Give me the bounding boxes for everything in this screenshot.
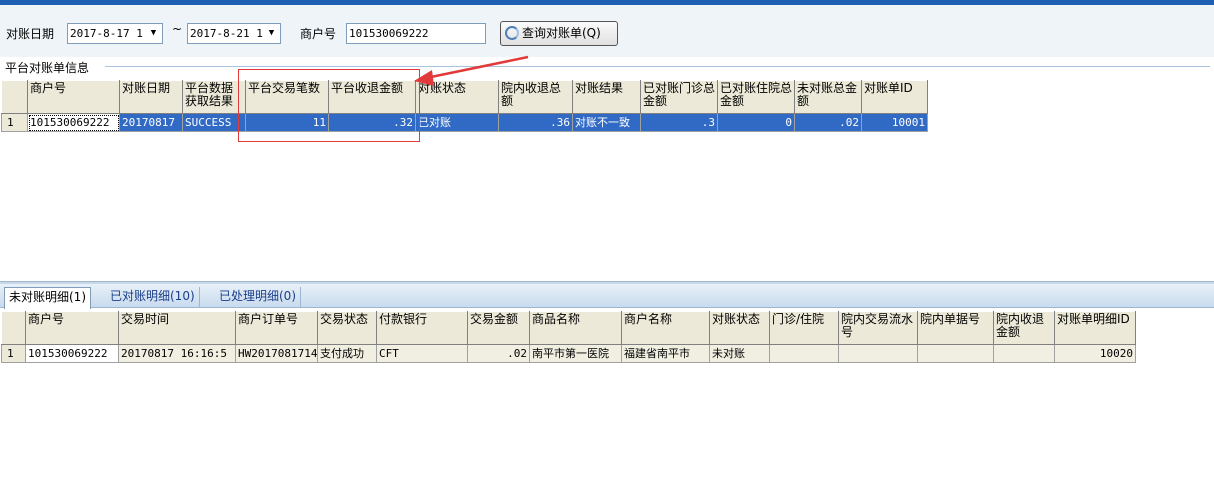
column-header[interactable]: 门诊/住院	[769, 311, 839, 345]
column-header[interactable]: 商户号	[25, 311, 119, 345]
tab-processed[interactable]: 已处理明细(0)	[215, 287, 301, 308]
table-row[interactable]: 1 101530069222 20170817 SUCCESS 11 .32 已…	[1, 113, 928, 132]
refresh-icon	[505, 26, 519, 40]
column-header[interactable]: 对账结果	[572, 80, 641, 114]
id-cell[interactable]: 10001	[861, 113, 928, 132]
product-cell[interactable]: 南平市第一医院	[529, 344, 622, 363]
platform-group-title: 平台对账单信息	[5, 59, 92, 76]
amount-cell[interactable]: .02	[467, 344, 530, 363]
column-header[interactable]: 已对账住院总金额	[717, 80, 795, 114]
outpatient-cell[interactable]: .3	[640, 113, 718, 132]
column-header[interactable]: 商户号	[27, 80, 120, 114]
unreconciled-cell[interactable]: .02	[794, 113, 862, 132]
merchant-label: 商户号	[300, 27, 337, 41]
column-header[interactable]: 对账单ID	[861, 80, 928, 114]
row-number: 1	[1, 113, 28, 132]
column-header[interactable]: 交易时间	[118, 311, 236, 345]
column-header[interactable]: 付款银行	[376, 311, 468, 345]
detail-grid[interactable]: 商户号 交易时间 商户订单号 交易状态 付款银行 交易金额 商品名称 商户名称 …	[1, 311, 1136, 363]
row-number: 1	[1, 344, 26, 363]
column-header[interactable]: 交易状态	[317, 311, 377, 345]
column-header[interactable]: 对账状态	[709, 311, 770, 345]
tab-reconciled[interactable]: 已对账明细(10)	[106, 287, 200, 308]
date-to-picker[interactable]: 2017-8-21 1 ▼	[187, 23, 281, 44]
flow-no-cell[interactable]	[838, 344, 918, 363]
date-range-separator: ~	[172, 22, 183, 36]
hosp-amount-cell[interactable]	[993, 344, 1055, 363]
column-header[interactable]: 院内收退金额	[993, 311, 1055, 345]
column-header[interactable]: 平台数据获取结果	[182, 80, 246, 114]
query-toolbar: 对账日期 2017-8-17 1 ▼ ~ 2017-8-21 1 ▼ 商户号 1…	[0, 5, 1214, 57]
row-number-header	[1, 311, 26, 345]
date-label: 对账日期	[6, 27, 55, 41]
column-header[interactable]: 已对账门诊总金额	[640, 80, 718, 114]
inpatient-cell[interactable]: 0	[717, 113, 795, 132]
query-button-label: 查询对账单(Q)	[522, 26, 601, 40]
platform-header-row: 商户号 对账日期 平台数据获取结果 平台交易笔数 平台收退金额 对账状态 院内收…	[1, 80, 928, 114]
status-cell[interactable]: 已对账	[415, 113, 499, 132]
merchant-input[interactable]: 101530069222	[346, 23, 486, 44]
column-header[interactable]: 未对账总金额	[794, 80, 862, 114]
bank-cell[interactable]: CFT	[376, 344, 468, 363]
bill-no-cell[interactable]	[917, 344, 994, 363]
group-divider	[105, 66, 1210, 67]
date-to-value: 2017-8-21 1	[190, 27, 263, 40]
column-header[interactable]: 商户名称	[621, 311, 710, 345]
column-header[interactable]: 对账日期	[119, 80, 183, 114]
column-header[interactable]: 交易金额	[467, 311, 530, 345]
fetch-result-cell[interactable]: SUCCESS	[182, 113, 246, 132]
dropdown-arrow-icon[interactable]: ▼	[264, 25, 279, 42]
row-number-header	[1, 80, 28, 114]
column-header[interactable]: 院内交易流水号	[838, 311, 918, 345]
tab-unreconciled[interactable]: 未对账明细(1)	[4, 287, 91, 309]
date-from-value: 2017-8-17 1	[70, 27, 143, 40]
column-header[interactable]: 商品名称	[529, 311, 622, 345]
annotation-arrow-icon	[414, 55, 529, 86]
merchant-cell[interactable]: 101530069222	[25, 344, 119, 363]
detail-header-row: 商户号 交易时间 商户订单号 交易状态 付款银行 交易金额 商品名称 商户名称 …	[1, 311, 1136, 345]
date-cell[interactable]: 20170817	[119, 113, 183, 132]
query-statement-button[interactable]: 查询对账单(Q)	[500, 21, 618, 46]
column-header[interactable]: 对账单明细ID	[1054, 311, 1136, 345]
column-header[interactable]: 院内收退总额	[498, 80, 573, 114]
type-cell[interactable]	[769, 344, 839, 363]
column-header[interactable]: 商户订单号	[235, 311, 318, 345]
trade-status-cell[interactable]: 支付成功	[317, 344, 377, 363]
time-cell[interactable]: 20170817 16:16:5	[118, 344, 236, 363]
order-cell[interactable]: HW20170817141	[235, 344, 318, 363]
detail-tabstrip: 未对账明细(1) 已对账明细(10) 已处理明细(0)	[0, 284, 1214, 309]
status-cell[interactable]: 未对账	[709, 344, 770, 363]
column-header[interactable]: 对账状态	[415, 80, 499, 114]
column-header[interactable]: 院内单据号	[917, 311, 994, 345]
merchant-name-cell[interactable]: 福建省南平市	[621, 344, 710, 363]
id-cell[interactable]: 10020	[1054, 344, 1136, 363]
platform-statement-grid[interactable]: 商户号 对账日期 平台数据获取结果 平台交易笔数 平台收退金额 对账状态 院内收…	[1, 80, 928, 132]
result-cell[interactable]: 对账不一致	[572, 113, 641, 132]
table-row[interactable]: 1 101530069222 20170817 16:16:5 HW201708…	[1, 344, 1136, 363]
dropdown-arrow-icon[interactable]: ▼	[146, 25, 161, 42]
annotation-highlight-box	[238, 69, 420, 142]
date-from-picker[interactable]: 2017-8-17 1 ▼	[67, 23, 163, 44]
merchant-cell[interactable]: 101530069222	[27, 113, 120, 132]
hosp-amount-cell[interactable]: .36	[498, 113, 573, 132]
